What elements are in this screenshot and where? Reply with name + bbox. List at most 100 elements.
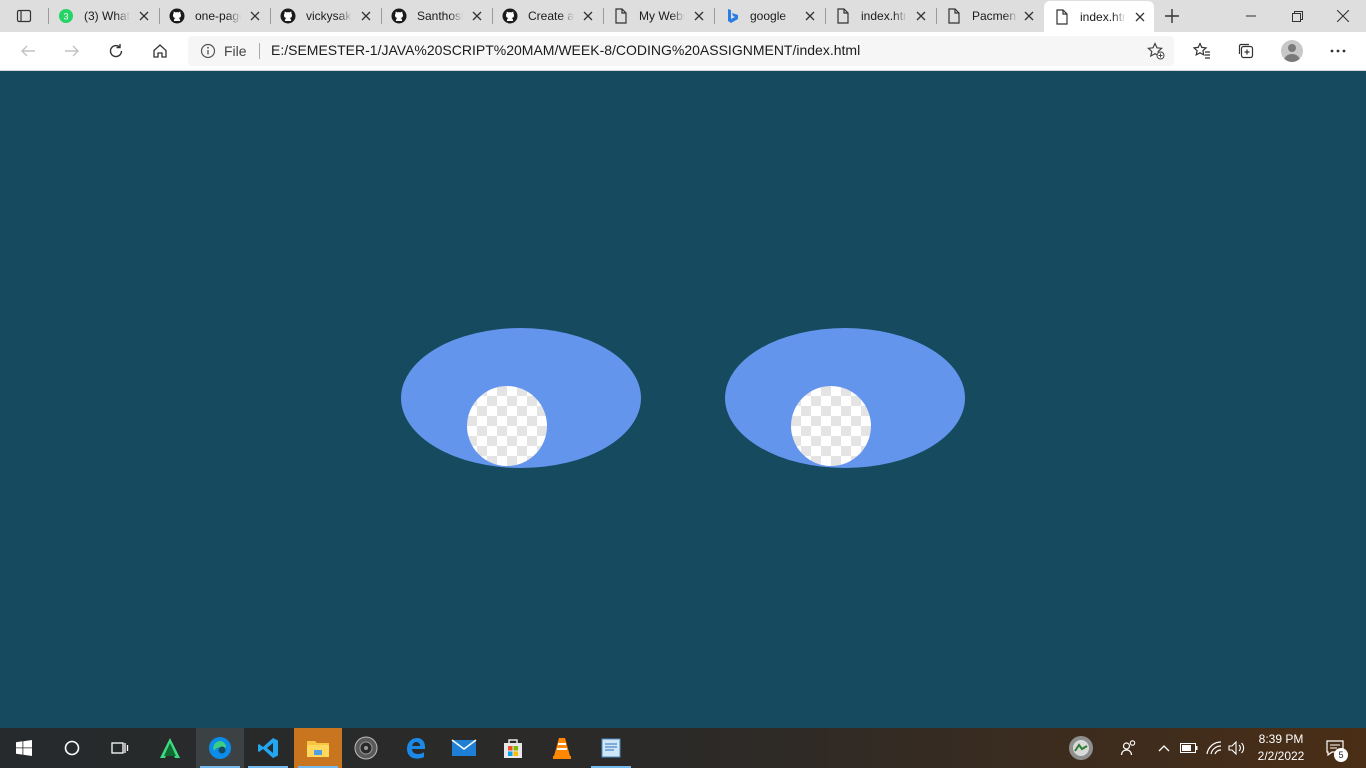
right-pupil bbox=[791, 386, 871, 466]
bing-icon bbox=[724, 8, 740, 24]
favorites-icon bbox=[1193, 42, 1210, 59]
tab-google[interactable]: google bbox=[714, 0, 824, 32]
volume-button[interactable] bbox=[1226, 728, 1248, 768]
tab-vickysak[interactable]: vickysak bbox=[270, 0, 380, 32]
collections-button[interactable] bbox=[1230, 36, 1262, 66]
close-icon[interactable] bbox=[469, 8, 485, 24]
page-viewport bbox=[0, 71, 1366, 728]
battery-button[interactable] bbox=[1178, 728, 1200, 768]
task-view-button[interactable] bbox=[96, 728, 144, 768]
close-icon[interactable] bbox=[358, 8, 374, 24]
action-center-button[interactable] bbox=[1318, 728, 1352, 768]
notification-count-badge: 5 bbox=[1334, 748, 1348, 762]
home-icon bbox=[153, 44, 167, 58]
close-icon[interactable] bbox=[802, 8, 818, 24]
android-studio-button[interactable] bbox=[146, 728, 194, 768]
refresh-button[interactable] bbox=[100, 36, 132, 66]
start-button[interactable] bbox=[0, 728, 48, 768]
forward-arrow-icon bbox=[65, 45, 79, 57]
notepad-icon bbox=[601, 738, 621, 758]
add-favorite-button[interactable] bbox=[1146, 41, 1166, 61]
tab-separator bbox=[714, 8, 715, 24]
tab-title: google bbox=[750, 9, 787, 23]
address-separator bbox=[259, 43, 260, 59]
media-button[interactable] bbox=[342, 728, 390, 768]
vlc-button[interactable] bbox=[538, 728, 586, 768]
media-icon bbox=[354, 736, 378, 760]
file-explorer-button[interactable] bbox=[294, 728, 342, 768]
close-icon[interactable] bbox=[691, 8, 707, 24]
close-icon[interactable] bbox=[136, 8, 152, 24]
close-icon[interactable] bbox=[913, 8, 929, 24]
store-icon bbox=[504, 739, 522, 758]
tab-title: index.html bbox=[861, 9, 907, 23]
start-icon bbox=[16, 740, 32, 756]
tab-index-html-active[interactable]: index.html bbox=[1044, 1, 1154, 32]
clock[interactable]: 8:39 PM 2/2/2022 bbox=[1250, 731, 1312, 765]
github-icon bbox=[280, 8, 296, 24]
page-icon bbox=[613, 8, 629, 24]
people-button[interactable] bbox=[1116, 728, 1142, 768]
tray-app-button[interactable] bbox=[1064, 728, 1098, 768]
site-info-button[interactable]: File bbox=[200, 43, 247, 59]
new-tab-button[interactable] bbox=[1158, 4, 1186, 28]
tab-santhosh[interactable]: Santhosh bbox=[381, 0, 491, 32]
close-icon[interactable] bbox=[1021, 8, 1037, 24]
star-add-icon bbox=[1147, 42, 1165, 60]
tab-whatsapp[interactable]: 3 (3) WhatsApp bbox=[48, 0, 158, 32]
notepad-button[interactable] bbox=[587, 728, 635, 768]
close-icon[interactable] bbox=[1132, 9, 1148, 25]
close-icon[interactable] bbox=[580, 8, 596, 24]
battery-icon bbox=[1180, 743, 1198, 753]
favorites-button[interactable] bbox=[1186, 36, 1218, 66]
tab-create[interactable]: Create a bbox=[492, 0, 602, 32]
forward-button[interactable] bbox=[56, 36, 88, 66]
people-icon bbox=[1120, 740, 1136, 756]
volume-icon bbox=[1228, 741, 1245, 755]
search-button[interactable] bbox=[48, 728, 96, 768]
tab-separator bbox=[381, 8, 382, 24]
url-text[interactable]: E:/SEMESTER-1/JAVA%20SCRIPT%20MAM/WEEK-8… bbox=[271, 42, 860, 58]
show-hidden-icons-button[interactable] bbox=[1154, 728, 1174, 768]
mail-button[interactable] bbox=[440, 728, 488, 768]
page-icon bbox=[835, 8, 851, 24]
address-bar[interactable]: File E:/SEMESTER-1/JAVA%20SCRIPT%20MAM/W… bbox=[188, 36, 1174, 66]
edge-legacy-button[interactable] bbox=[392, 728, 440, 768]
github-icon bbox=[391, 8, 407, 24]
close-window-button[interactable] bbox=[1320, 0, 1366, 32]
tab-title: Create a bbox=[528, 9, 574, 23]
tab-title: Santhosh bbox=[417, 9, 463, 23]
scheme-label: File bbox=[224, 43, 247, 59]
file-explorer-icon bbox=[307, 741, 329, 757]
svg-text:3: 3 bbox=[63, 12, 68, 22]
tab-strip: 3 (3) WhatsApp one-page vickysak Santhos… bbox=[0, 0, 1366, 32]
close-icon[interactable] bbox=[247, 8, 263, 24]
edge-taskbar-button[interactable] bbox=[196, 728, 244, 768]
tab-separator bbox=[159, 8, 160, 24]
chevron-up-icon bbox=[1158, 745, 1170, 752]
clock-date: 2/2/2022 bbox=[1257, 749, 1305, 763]
wifi-button[interactable] bbox=[1203, 728, 1225, 768]
tab-actions-button[interactable] bbox=[8, 4, 40, 28]
back-button[interactable] bbox=[12, 36, 44, 66]
minimize-button[interactable] bbox=[1228, 0, 1274, 32]
collections-icon bbox=[1238, 43, 1254, 59]
tab-my-website[interactable]: My Website bbox=[603, 0, 713, 32]
settings-menu-button[interactable] bbox=[1322, 36, 1354, 66]
close-icon bbox=[1337, 10, 1349, 22]
edge-legacy-icon bbox=[407, 738, 425, 759]
tray-app-icon bbox=[1069, 736, 1093, 760]
restore-button[interactable] bbox=[1274, 0, 1320, 32]
tab-index-html[interactable]: index.html bbox=[825, 0, 935, 32]
android-studio-icon bbox=[160, 738, 180, 758]
tab-pacmen[interactable]: Pacmen bbox=[936, 0, 1043, 32]
vscode-button[interactable] bbox=[244, 728, 292, 768]
profile-button[interactable] bbox=[1276, 36, 1308, 66]
more-icon bbox=[1330, 49, 1346, 53]
home-button[interactable] bbox=[144, 36, 176, 66]
tab-title: (3) WhatsApp bbox=[84, 9, 130, 23]
store-button[interactable] bbox=[489, 728, 537, 768]
browser-toolbar: File E:/SEMESTER-1/JAVA%20SCRIPT%20MAM/W… bbox=[0, 32, 1366, 71]
tab-one-page[interactable]: one-page bbox=[159, 0, 269, 32]
tab-title: index.html bbox=[1080, 9, 1126, 24]
